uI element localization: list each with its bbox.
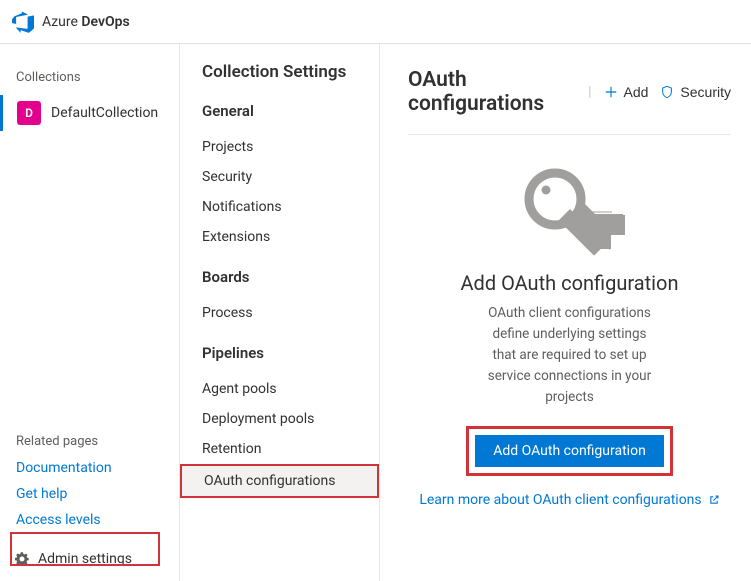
nav-projects[interactable]: Projects (202, 132, 379, 162)
page-title: OAuth configurations (408, 68, 576, 116)
shield-icon (660, 85, 674, 99)
top-bar: Azure DevOps (0, 0, 751, 44)
header-separator: | (588, 84, 591, 100)
nav-security[interactable]: Security (202, 162, 379, 192)
security-button[interactable]: Security (660, 84, 731, 100)
collections-sidebar: Collections D DefaultCollection Related … (0, 44, 180, 581)
settings-group-general: General (202, 102, 379, 120)
nav-extensions[interactable]: Extensions (202, 222, 379, 252)
link-access-levels[interactable]: Access levels (0, 507, 179, 533)
collection-item-default[interactable]: D DefaultCollection (0, 95, 179, 131)
content-header: OAuth configurations | Add Security (408, 68, 731, 135)
azure-devops-icon (12, 11, 34, 33)
nav-retention[interactable]: Retention (202, 434, 379, 464)
main-layout: Collections D DefaultCollection Related … (0, 44, 751, 581)
nav-oauth-configurations[interactable]: OAuth configurations (180, 464, 379, 498)
add-button[interactable]: Add (604, 84, 649, 100)
content-pane: OAuth configurations | Add Security (380, 44, 751, 581)
learn-more-label: Learn more about OAuth client configurat… (419, 492, 701, 508)
settings-group-pipelines: Pipelines (202, 344, 379, 362)
security-button-label: Security (680, 84, 731, 100)
add-oauth-configuration-button[interactable]: Add OAuth configuration (475, 435, 664, 467)
admin-settings-label: Admin settings (38, 551, 132, 567)
admin-settings-button[interactable]: Admin settings (10, 545, 169, 573)
plus-icon (604, 85, 618, 99)
settings-nav: Collection Settings General Projects Sec… (180, 44, 380, 581)
brand-logo[interactable]: Azure DevOps (12, 11, 130, 33)
empty-state: Add OAuth configuration OAuth client con… (408, 135, 731, 581)
settings-heading: Collection Settings (202, 62, 379, 82)
related-pages-title: Related pages (0, 426, 179, 455)
collection-name: DefaultCollection (51, 105, 158, 121)
collection-avatar: D (17, 101, 41, 125)
add-button-label: Add (624, 84, 649, 100)
nav-process[interactable]: Process (202, 298, 379, 328)
external-link-icon (708, 494, 720, 506)
link-get-help[interactable]: Get help (0, 481, 179, 507)
link-documentation[interactable]: Documentation (0, 455, 179, 481)
empty-state-title: Add OAuth configuration (461, 271, 679, 295)
collections-title: Collections (0, 64, 179, 95)
nav-agent-pools[interactable]: Agent pools (202, 374, 379, 404)
key-icon (515, 159, 625, 259)
settings-group-boards: Boards (202, 268, 379, 286)
nav-notifications[interactable]: Notifications (202, 192, 379, 222)
gear-icon (14, 551, 30, 567)
brand-text: Azure DevOps (42, 14, 130, 30)
learn-more-link[interactable]: Learn more about OAuth client configurat… (419, 492, 719, 508)
nav-deployment-pools[interactable]: Deployment pools (202, 404, 379, 434)
empty-state-description: OAuth client configurations define under… (485, 303, 655, 408)
